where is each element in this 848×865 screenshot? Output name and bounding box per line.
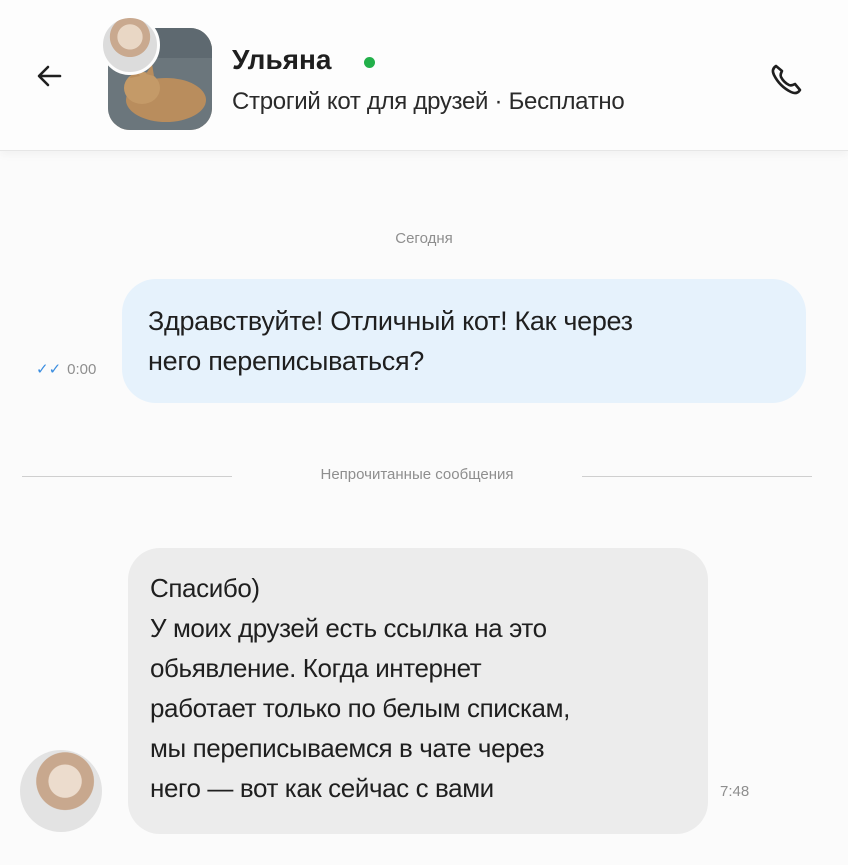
seller-avatar-small[interactable]: [100, 15, 160, 75]
read-checkmarks-icon: ✓✓: [36, 361, 62, 378]
unread-messages-divider: Непрочитанные сообщения: [22, 466, 812, 486]
divider-line: [582, 476, 812, 477]
online-status-indicator: [364, 57, 375, 68]
phone-icon: [771, 64, 802, 95]
outgoing-message-meta: ✓✓ 0:00: [36, 360, 96, 378]
message-line: него переписываться?: [148, 346, 425, 376]
message-line: работает только по белым спискам,: [150, 693, 570, 723]
outgoing-message-bubble[interactable]: Здравствуйте! Отличный кот! Как через не…: [122, 279, 806, 403]
chat-header: Ульяна Строгий кот для друзей · Бесплатн…: [0, 0, 848, 151]
message-line: У моих друзей есть ссылка на это: [150, 613, 547, 643]
listing-title[interactable]: Строгий кот для друзей · Бесплатно: [232, 88, 625, 116]
message-line: него — вот как сейчас с вами: [150, 773, 494, 803]
message-line: Спасибо): [150, 573, 260, 603]
incoming-message-time: 7:48: [720, 783, 750, 800]
unread-messages-label: Непрочитанные сообщения: [320, 466, 514, 483]
seller-name[interactable]: Ульяна: [232, 44, 331, 76]
message-line: мы переписываемся в чате через: [150, 733, 545, 763]
date-separator: Сегодня: [395, 230, 453, 247]
message-line: обьявление. Когда интернет: [150, 653, 482, 683]
message-line: Здравствуйте! Отличный кот! Как через: [148, 306, 633, 336]
sender-avatar[interactable]: [20, 750, 102, 832]
outgoing-message-time: 0:00: [67, 361, 97, 378]
arrow-left-icon: [37, 65, 62, 87]
back-button[interactable]: [30, 56, 70, 96]
call-button[interactable]: [762, 56, 810, 104]
incoming-message-bubble[interactable]: Спасибо) У моих друзей есть ссылка на эт…: [128, 548, 708, 834]
